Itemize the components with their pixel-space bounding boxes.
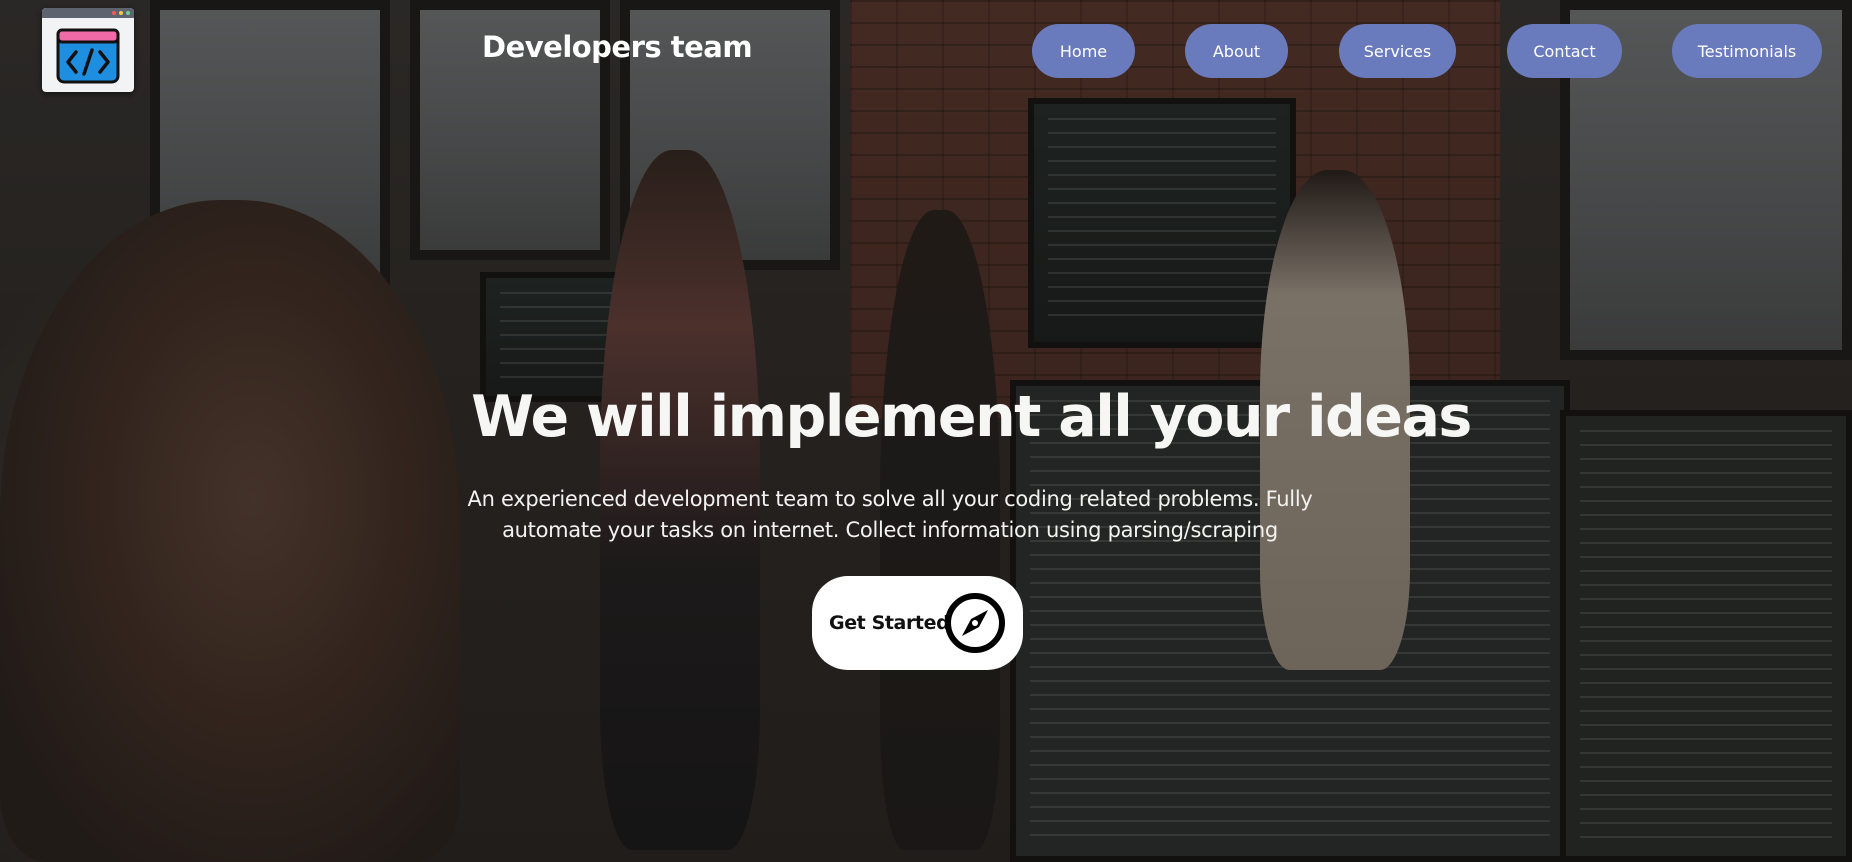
hero-headline: We will implement all your ideas bbox=[471, 384, 1472, 450]
nav-contact-button[interactable]: Contact bbox=[1507, 24, 1622, 78]
logo-window-bar bbox=[42, 8, 134, 18]
hero-subtitle-line-1: An experienced development team to solve… bbox=[467, 487, 1313, 511]
logo[interactable] bbox=[42, 8, 134, 92]
nav-about-button[interactable]: About bbox=[1185, 24, 1288, 78]
get-started-button[interactable]: Get Started bbox=[812, 576, 1023, 670]
compass-icon bbox=[944, 592, 1006, 659]
nav-testimonials-button[interactable]: Testimonials bbox=[1672, 24, 1822, 78]
hero-subtitle-line-2: automate your tasks on internet. Collect… bbox=[502, 518, 1278, 542]
nav-services-button[interactable]: Services bbox=[1339, 24, 1456, 78]
brand-name[interactable]: Developers team bbox=[482, 30, 753, 64]
get-started-label: Get Started bbox=[829, 612, 950, 634]
hero-section: Developers team Home About Services Cont… bbox=[0, 0, 1852, 862]
hero-subtitle: An experienced development team to solve… bbox=[440, 484, 1340, 546]
nav-home-button[interactable]: Home bbox=[1032, 24, 1135, 78]
